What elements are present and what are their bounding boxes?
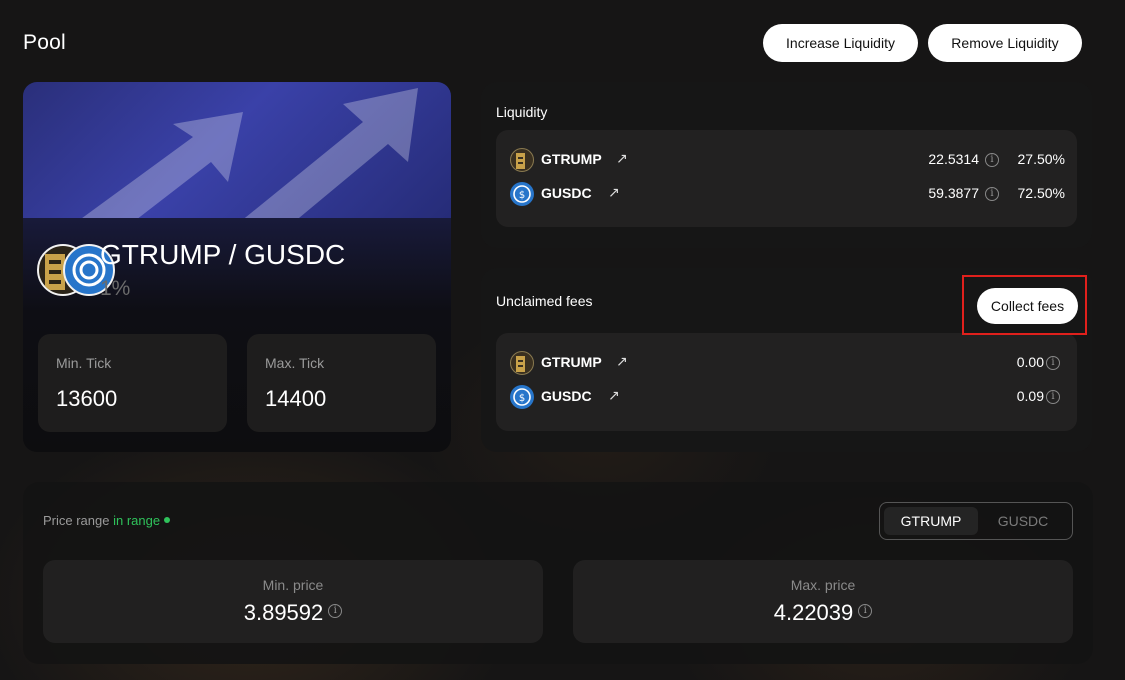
pair-logo — [37, 242, 115, 300]
toggle-option-gusdc[interactable]: GUSDC — [976, 507, 1070, 535]
collect-fees-button[interactable]: Collect fees — [977, 288, 1078, 324]
info-icon[interactable]: i — [858, 604, 873, 619]
info-icon[interactable]: i — [328, 604, 343, 619]
status-dot-icon — [164, 517, 171, 523]
max-price-value: 4.22039 — [773, 600, 854, 625]
svg-text:$: $ — [519, 190, 525, 201]
liquidity-row-gusdc: $ GUSDC ↗ 59.3877 i 72.50% — [510, 182, 1065, 206]
usdc-token-icon: $ — [510, 385, 534, 409]
external-link-icon[interactable]: ↗ — [616, 353, 628, 370]
token-link-gusdc[interactable]: GUSDC — [541, 185, 592, 201]
liquidity-title: Liquidity — [496, 104, 548, 120]
liquidity-percent-gusdc: 72.50% — [1017, 185, 1065, 201]
max-tick-card: Max. Tick 14400 — [247, 334, 436, 432]
info-icon[interactable]: i — [1046, 356, 1060, 370]
fees-list: GTRUMP ↗ 0.00 i $ GUSDC ↗ 0.09 i — [496, 333, 1077, 431]
max-tick-label: Max. Tick — [265, 355, 325, 371]
max-price-row: 4.22039 i — [573, 600, 1073, 626]
liquidity-panel: Liquidity GTRUMP ↗ 22.5314 i 27.50% $ GU… — [481, 82, 1092, 248]
svg-text:$: $ — [519, 393, 525, 404]
page-title: Pool — [23, 31, 66, 54]
pool-banner-image — [23, 82, 451, 218]
external-link-icon[interactable]: ↗ — [608, 184, 620, 201]
liquidity-amount-gusdc: 59.3877 — [928, 185, 979, 201]
fee-row-gusdc: $ GUSDC ↗ 0.09 i — [510, 385, 1065, 409]
price-token-toggle: GTRUMP GUSDC — [879, 502, 1073, 540]
liquidity-amount-gtrump: 22.5314 — [928, 151, 979, 167]
price-range-label: Price range in range — [43, 513, 171, 528]
min-price-card: Min. price 3.89592 i — [43, 560, 543, 643]
max-tick-value: 14400 — [265, 386, 327, 411]
info-icon[interactable]: i — [1046, 390, 1060, 404]
price-range-panel: Price range in range GTRUMP GUSDC Min. p… — [23, 482, 1093, 664]
usdc-token-icon: $ — [510, 182, 534, 206]
min-price-label: Min. price — [262, 577, 324, 593]
gtrump-token-icon — [510, 148, 534, 172]
min-tick-value: 13600 — [56, 386, 118, 411]
min-tick-card: Min. Tick 13600 — [38, 334, 227, 432]
fee-amount-gtrump: 0.00 — [1016, 354, 1044, 370]
min-tick-label: Min. Tick — [56, 355, 112, 371]
info-icon[interactable]: i — [985, 187, 999, 201]
fee-amount-gusdc: 0.09 — [1016, 388, 1044, 404]
info-icon[interactable]: i — [985, 153, 999, 167]
pool-fee-tier: 1% — [100, 277, 131, 300]
liquidity-percent-gtrump: 27.50% — [1017, 151, 1065, 167]
pool-pair-name: GTRUMP / GUSDC — [100, 239, 346, 270]
token-link-gtrump[interactable]: GTRUMP — [541, 151, 602, 167]
liquidity-list: GTRUMP ↗ 22.5314 i 27.50% $ GUSDC ↗ 59.3… — [496, 130, 1077, 227]
unclaimed-fees-title: Unclaimed fees — [496, 293, 593, 309]
max-price-card: Max. price 4.22039 i — [573, 560, 1073, 643]
external-link-icon[interactable]: ↗ — [608, 387, 620, 404]
range-status: in range — [113, 513, 161, 528]
price-range-title: Price range — [43, 513, 110, 528]
liquidity-row-gtrump: GTRUMP ↗ 22.5314 i 27.50% — [510, 148, 1065, 172]
min-price-row: 3.89592 i — [43, 600, 543, 626]
external-link-icon[interactable]: ↗ — [616, 150, 628, 167]
pool-card: GTRUMP / GUSDC 1% Min. Tick 13600 Max. T… — [23, 82, 451, 452]
min-price-value: 3.89592 — [243, 600, 324, 625]
increase-liquidity-button[interactable]: Increase Liquidity — [763, 24, 918, 62]
fee-row-gtrump: GTRUMP ↗ 0.00 i — [510, 351, 1065, 375]
remove-liquidity-button[interactable]: Remove Liquidity — [928, 24, 1082, 62]
max-price-label: Max. price — [790, 577, 856, 593]
token-link-gusdc[interactable]: GUSDC — [541, 388, 592, 404]
toggle-option-gtrump[interactable]: GTRUMP — [884, 507, 978, 535]
token-link-gtrump[interactable]: GTRUMP — [541, 354, 602, 370]
gtrump-token-icon — [510, 351, 534, 375]
